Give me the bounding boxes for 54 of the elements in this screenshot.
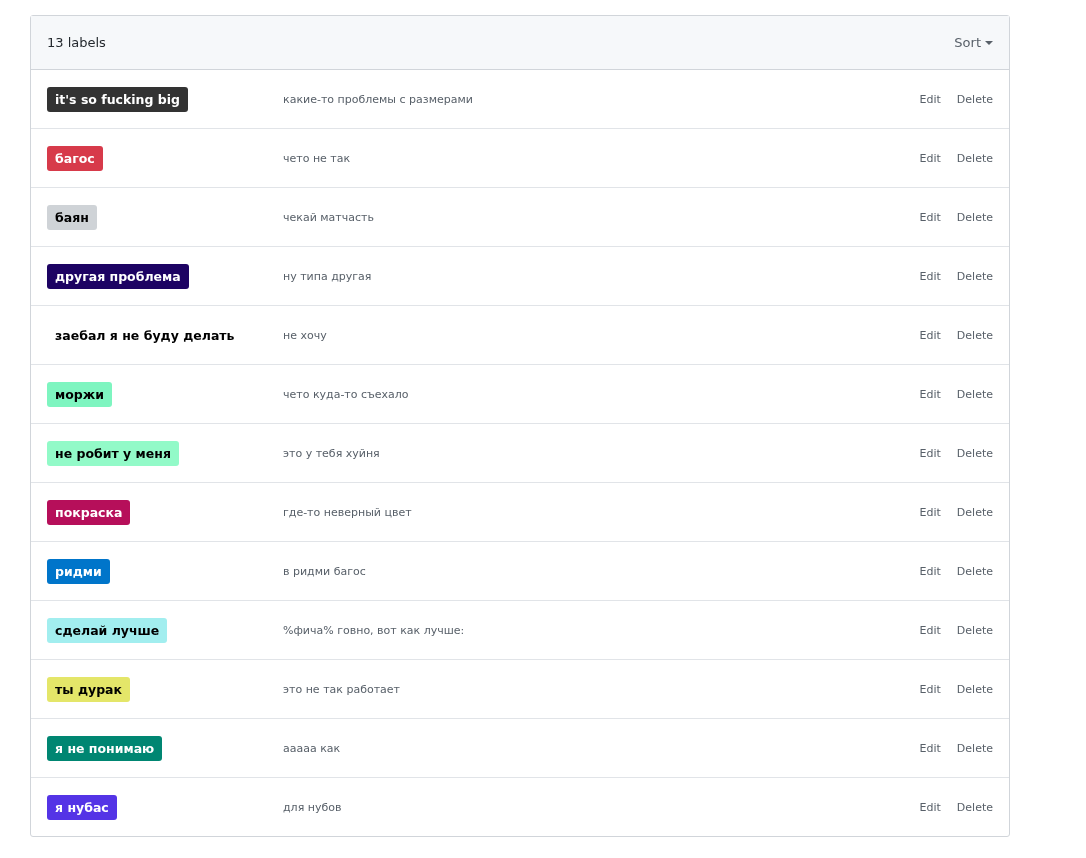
delete-link[interactable]: Delete — [956, 92, 993, 106]
edit-link[interactable]: Edit — [919, 387, 941, 401]
edit-link[interactable]: Edit — [919, 682, 941, 696]
label-description: это у тебя хуйня — [283, 446, 381, 460]
delete-link[interactable]: Delete — [956, 623, 993, 637]
label-description: %фича% говно, вот как лучше: — [283, 623, 466, 637]
delete-link[interactable]: Delete — [956, 741, 993, 755]
label-tag[interactable]: багос — [47, 145, 103, 171]
label-tag[interactable]: не робит у меня — [47, 440, 179, 466]
delete-link[interactable]: Delete — [956, 387, 993, 401]
edit-link[interactable]: Edit — [919, 505, 941, 519]
edit-link[interactable]: Edit — [919, 623, 941, 637]
delete-link[interactable]: Delete — [956, 800, 993, 814]
label-description: где-то неверный цвет — [283, 505, 413, 519]
label-description: какие-то проблемы с размерами — [283, 92, 474, 106]
delete-link[interactable]: Delete — [956, 682, 993, 696]
label-tag[interactable]: баян — [47, 204, 97, 230]
delete-link[interactable]: Delete — [956, 151, 993, 165]
edit-link[interactable]: Edit — [919, 446, 941, 460]
label-description: это не так работает — [283, 682, 401, 696]
label-tag[interactable]: моржи — [47, 381, 112, 407]
edit-link[interactable]: Edit — [919, 800, 941, 814]
edit-link[interactable]: Edit — [919, 210, 941, 224]
delete-link[interactable]: Delete — [956, 446, 993, 460]
label-tag[interactable]: сделай лучше — [47, 617, 168, 643]
edit-link[interactable]: Edit — [919, 328, 941, 342]
label-tag[interactable]: ты дурак — [47, 676, 130, 702]
label-tag[interactable]: я нубас — [47, 794, 117, 820]
label-description: не хочу — [283, 328, 328, 342]
delete-link[interactable]: Delete — [956, 505, 993, 519]
label-description: чето не так — [283, 151, 352, 165]
sort-button[interactable]: Sort — [954, 35, 993, 50]
label-tag[interactable]: it's so fucking big — [47, 86, 188, 112]
delete-link[interactable]: Delete — [956, 269, 993, 283]
label-tag[interactable]: другая проблема — [47, 263, 189, 289]
edit-link[interactable]: Edit — [919, 564, 941, 578]
label-count: 13 labels — [47, 35, 106, 50]
label-description: для нубов — [283, 800, 343, 814]
label-tag[interactable]: ридми — [47, 558, 110, 584]
delete-link[interactable]: Delete — [956, 564, 993, 578]
edit-link[interactable]: Edit — [919, 269, 941, 283]
label-description: в ридми багос — [283, 564, 367, 578]
delete-link[interactable]: Delete — [956, 210, 993, 224]
caret-icon — [985, 40, 993, 45]
label-description: чекай матчасть — [283, 210, 375, 224]
label-description: ну типа другая — [283, 269, 373, 283]
label-tag[interactable]: я не понимаю — [47, 735, 163, 761]
label-tag[interactable]: покраска — [47, 499, 131, 525]
edit-link[interactable]: Edit — [919, 92, 941, 106]
edit-link[interactable]: Edit — [919, 151, 941, 165]
delete-link[interactable]: Delete — [956, 328, 993, 342]
edit-link[interactable]: Edit — [919, 741, 941, 755]
label-description: чето куда-то съехало — [283, 387, 410, 401]
label-description: ааааа как — [283, 741, 342, 755]
